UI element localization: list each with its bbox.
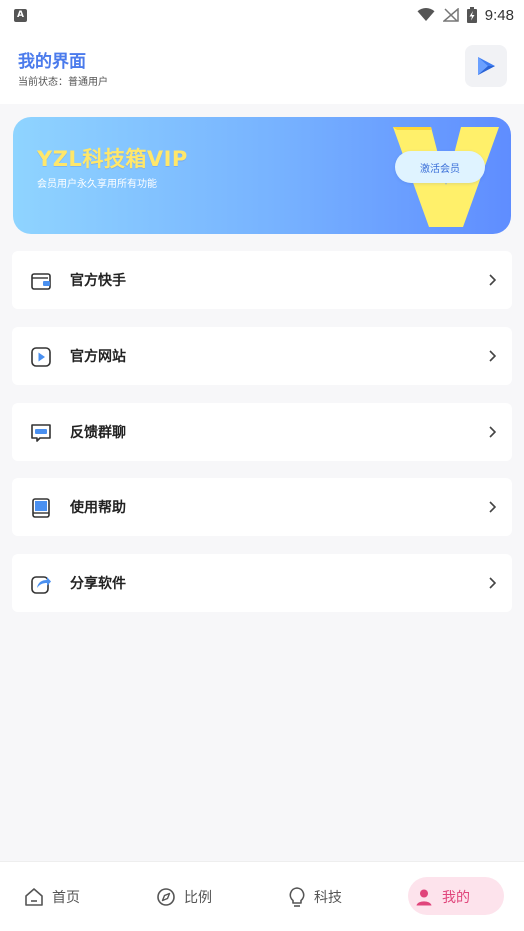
battery-charging-icon bbox=[466, 7, 477, 23]
no-signal-icon bbox=[442, 8, 459, 22]
nav-label: 科技 bbox=[314, 890, 342, 906]
wallet-icon bbox=[30, 270, 52, 292]
chevron-right-icon bbox=[486, 422, 498, 442]
nav-label: 首页 bbox=[52, 890, 80, 906]
header: 我的界面 当前状态：普通用户 bbox=[0, 30, 524, 104]
compass-icon bbox=[157, 888, 175, 906]
nav-item-ratio[interactable]: 比例 bbox=[156, 884, 212, 910]
menu-item-website[interactable]: 官方网站 bbox=[12, 327, 512, 385]
vip-title: YZL科技箱VIP bbox=[37, 147, 188, 171]
bulb-icon bbox=[289, 887, 305, 907]
nav-item-home[interactable]: 首页 bbox=[24, 884, 80, 910]
user-icon bbox=[416, 889, 432, 906]
menu-item-label: 官方快手 bbox=[70, 273, 126, 289]
menu-item-share[interactable]: 分享软件 bbox=[12, 554, 512, 612]
menu-item-label: 反馈群聊 bbox=[70, 425, 126, 441]
play-store-button[interactable] bbox=[465, 45, 507, 87]
nav-item-mine[interactable]: 我的 bbox=[408, 877, 504, 915]
vip-subtitle: 会员用户永久享用所有功能 bbox=[37, 179, 157, 190]
menu-item-label: 官方网站 bbox=[70, 349, 126, 365]
share-icon bbox=[30, 573, 52, 595]
menu-item-feedback-group[interactable]: 反馈群聊 bbox=[12, 403, 512, 461]
play-icon bbox=[478, 57, 495, 75]
home-icon bbox=[25, 888, 43, 906]
status-bar: A 9:48 bbox=[0, 0, 524, 30]
user-status-text: 当前状态：普通用户 bbox=[18, 77, 108, 88]
bottom-nav: 首页 比例 科技 我的 bbox=[0, 861, 524, 931]
nav-label: 比例 bbox=[184, 890, 212, 906]
play-square-icon bbox=[30, 346, 52, 368]
menu-item-label: 使用帮助 bbox=[70, 500, 126, 516]
nav-item-tech[interactable]: 科技 bbox=[288, 884, 342, 910]
menu-item-kuaishou[interactable]: 官方快手 bbox=[12, 251, 512, 309]
vip-banner[interactable]: YZL科技箱VIP 会员用户永久享用所有功能 激活会员 bbox=[13, 117, 511, 234]
chevron-right-icon bbox=[486, 346, 498, 366]
page-title: 我的界面 bbox=[18, 52, 86, 72]
menu-item-help[interactable]: 使用帮助 bbox=[12, 478, 512, 536]
status-icons: 9:48 bbox=[417, 7, 514, 24]
chevron-right-icon bbox=[486, 573, 498, 593]
chat-icon bbox=[30, 422, 52, 444]
chevron-right-icon bbox=[486, 497, 498, 517]
chevron-right-icon bbox=[486, 270, 498, 290]
clock: 9:48 bbox=[484, 6, 514, 24]
book-icon bbox=[30, 497, 52, 519]
activate-vip-button[interactable]: 激活会员 bbox=[395, 151, 485, 183]
menu-item-label: 分享软件 bbox=[70, 576, 126, 592]
wifi-icon bbox=[417, 8, 435, 21]
app-notification-icon: A bbox=[14, 8, 27, 22]
nav-label: 我的 bbox=[442, 890, 470, 906]
